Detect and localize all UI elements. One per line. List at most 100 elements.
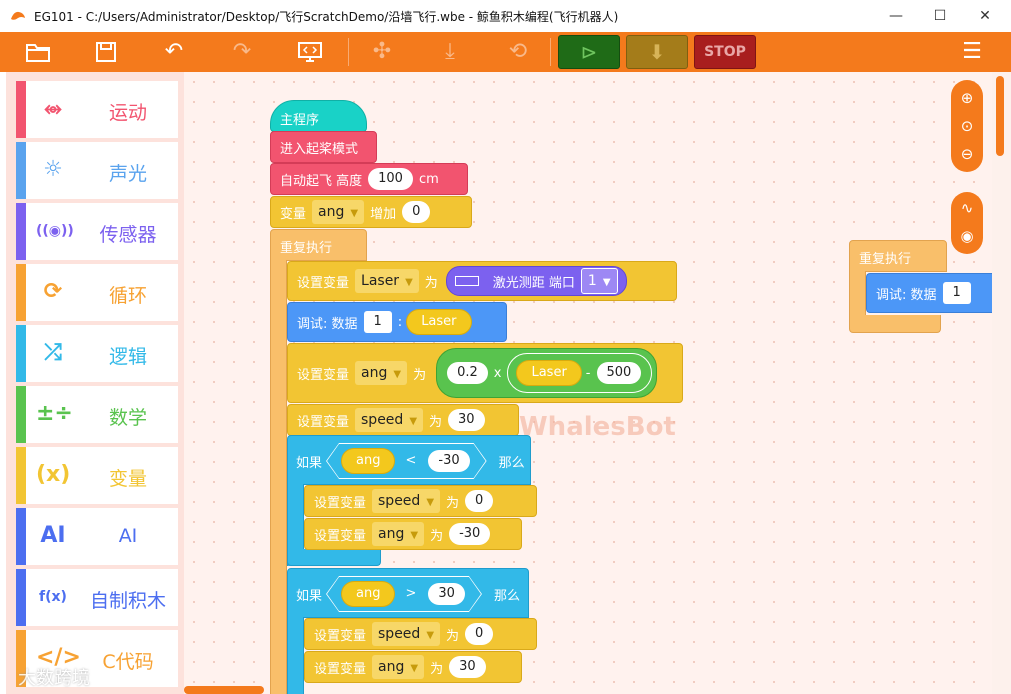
- repeat-forever-block[interactable]: 重复执行: [270, 229, 367, 261]
- category-3[interactable]: ((◉)) 传感器: [16, 203, 178, 260]
- debug-block[interactable]: 调试: 数据 1 : Laser: [287, 302, 507, 342]
- height-input[interactable]: 100: [368, 168, 413, 190]
- if-block-2-header: 如果 ang > 30 那么: [287, 571, 520, 617]
- number-input[interactable]: 30: [428, 583, 465, 605]
- variable-reporter[interactable]: Laser: [516, 360, 582, 386]
- category-1[interactable]: ⥈ 运动: [16, 81, 178, 138]
- variable-reporter[interactable]: ang: [341, 581, 395, 607]
- debug-index-input[interactable]: 1: [363, 311, 392, 333]
- operator-label: >: [405, 586, 417, 601]
- script-workspace[interactable]: WhalesBot 主程序 进入起桨模式 自动起飞 高度 100 cm 变量 a…: [184, 72, 992, 694]
- variable-dropdown[interactable]: speed ▼: [372, 489, 441, 513]
- value-input[interactable]: 0: [465, 490, 494, 512]
- set-ang-block[interactable]: 设置变量 ang ▼ 为 -30: [304, 518, 522, 550]
- variable-reporter[interactable]: ang: [341, 448, 395, 474]
- set-speed-block[interactable]: 设置变量 speed ▼ 为 0: [304, 618, 537, 650]
- variable-dropdown[interactable]: ang ▼: [372, 655, 425, 679]
- vertical-scroll-thumb[interactable]: [996, 76, 1004, 156]
- multiply-block[interactable]: 0.2 x Laser - 500: [436, 348, 658, 398]
- category-color-bar: [16, 203, 26, 260]
- run-button[interactable]: ⊳: [558, 35, 620, 69]
- value-input[interactable]: -30: [449, 523, 491, 545]
- category-label: AI: [118, 525, 138, 547]
- minimize-button[interactable]: —: [873, 0, 919, 32]
- horizontal-scroll-thumb[interactable]: [184, 686, 264, 694]
- block-label: 变量: [280, 206, 307, 222]
- block-label: 那么: [493, 588, 520, 604]
- category-color-bar: [16, 386, 26, 443]
- value-input[interactable]: 0: [465, 623, 494, 645]
- toolbar: ↶ ↷ ✣ ⤓ ⟲ ⊳ ⬇ STOP ☰: [0, 32, 1011, 72]
- download-run-button[interactable]: ⬇: [626, 35, 688, 69]
- category-label: C代码: [102, 651, 154, 673]
- folder-icon[interactable]: [18, 32, 58, 72]
- number-input[interactable]: 500: [596, 362, 642, 384]
- side-repeat-block[interactable]: 重复执行: [849, 240, 947, 272]
- laser-distance-block[interactable]: 激光测距 端口 1 ▼: [445, 266, 627, 296]
- toolbar-separator: [348, 38, 349, 66]
- block-label: 设置变量: [297, 367, 350, 383]
- camera-icon[interactable]: ◉: [951, 222, 983, 250]
- category-label: 数学: [108, 407, 147, 429]
- category-5[interactable]: ⤮ 逻辑: [16, 325, 178, 382]
- debug-index-input[interactable]: 1: [942, 282, 971, 304]
- close-button[interactable]: ✕: [962, 0, 1008, 32]
- category-2[interactable]: ☼ 声光: [16, 142, 178, 199]
- code-view-icon[interactable]: [290, 32, 330, 72]
- category-color-bar: [16, 569, 26, 626]
- main-program-block[interactable]: 主程序: [270, 100, 367, 132]
- compare-block[interactable]: ang < -30: [326, 443, 487, 479]
- variable-dropdown[interactable]: ang ▼: [372, 522, 425, 546]
- side-debug-block[interactable]: 调试: 数据 1: [866, 273, 992, 313]
- category-6[interactable]: ±÷ 数学: [16, 386, 178, 443]
- block-label: 设置变量: [314, 528, 367, 544]
- value-input[interactable]: 30: [448, 409, 485, 431]
- variable-dropdown[interactable]: ang ▼: [355, 361, 408, 385]
- value-input[interactable]: 30: [449, 656, 486, 678]
- menu-icon[interactable]: ☰: [952, 32, 992, 72]
- auto-takeoff-block[interactable]: 自动起飞 高度 100 cm: [270, 163, 468, 195]
- block-label: 为: [446, 628, 460, 644]
- category-icon: (x): [36, 462, 71, 487]
- variable-dropdown[interactable]: Laser ▼: [355, 269, 419, 293]
- category-icon: ☼: [43, 157, 63, 182]
- stop-button[interactable]: STOP: [694, 35, 756, 69]
- category-9[interactable]: f(x) 自制积木: [16, 569, 178, 626]
- chevron-down-icon: ▼: [393, 369, 402, 380]
- zoom-out-icon[interactable]: ⊖: [951, 140, 983, 168]
- subtract-block[interactable]: Laser - 500: [507, 353, 653, 393]
- category-icon: ±÷: [36, 401, 73, 426]
- operator-label: x: [493, 365, 502, 381]
- number-input[interactable]: -30: [428, 450, 469, 472]
- category-icon: AI: [40, 523, 66, 548]
- variable-reporter[interactable]: Laser: [406, 309, 472, 335]
- zoom-in-icon[interactable]: ⊕: [951, 84, 983, 112]
- undo-icon[interactable]: ↶: [154, 32, 194, 72]
- compare-block[interactable]: ang > 30: [326, 576, 482, 612]
- number-input[interactable]: 0.2: [447, 362, 488, 384]
- chevron-down-icon: ▼: [410, 530, 419, 541]
- category-8[interactable]: AI AI: [16, 508, 178, 565]
- vertical-scrollbar[interactable]: [992, 72, 1011, 694]
- variable-dropdown[interactable]: speed ▼: [355, 408, 424, 432]
- variable-dropdown[interactable]: speed ▼: [372, 622, 441, 646]
- monitor-controls: ∿ ◉: [951, 192, 983, 254]
- port-dropdown[interactable]: 1 ▼: [580, 268, 618, 294]
- category-7[interactable]: (x) 变量: [16, 447, 178, 504]
- waveform-icon[interactable]: ∿: [951, 194, 983, 222]
- value-input[interactable]: 0: [402, 201, 431, 223]
- change-variable-block[interactable]: 变量 ang ▼ 增加 0: [270, 196, 472, 228]
- variable-dropdown[interactable]: ang ▼: [312, 200, 365, 224]
- set-speed-block[interactable]: 设置变量 speed ▼ 为 30: [287, 404, 519, 436]
- set-speed-block[interactable]: 设置变量 speed ▼ 为 0: [304, 485, 537, 517]
- set-laser-block[interactable]: 设置变量 Laser ▼ 为 激光测距 端口 1 ▼: [287, 261, 677, 301]
- maximize-button[interactable]: ☐: [917, 0, 963, 32]
- set-ang-block[interactable]: 设置变量 ang ▼ 为 30: [304, 651, 522, 683]
- block-label: 重复执行: [859, 252, 912, 267]
- set-ang-block[interactable]: 设置变量 ang ▼ 为 0.2 x Laser - 500: [287, 343, 683, 403]
- app-logo-icon: [10, 9, 26, 23]
- category-4[interactable]: ⟳ 循环: [16, 264, 178, 321]
- enter-takeoff-block[interactable]: 进入起桨模式: [270, 131, 377, 163]
- save-icon[interactable]: [86, 32, 126, 72]
- zoom-reset-icon[interactable]: ⊙: [951, 112, 983, 140]
